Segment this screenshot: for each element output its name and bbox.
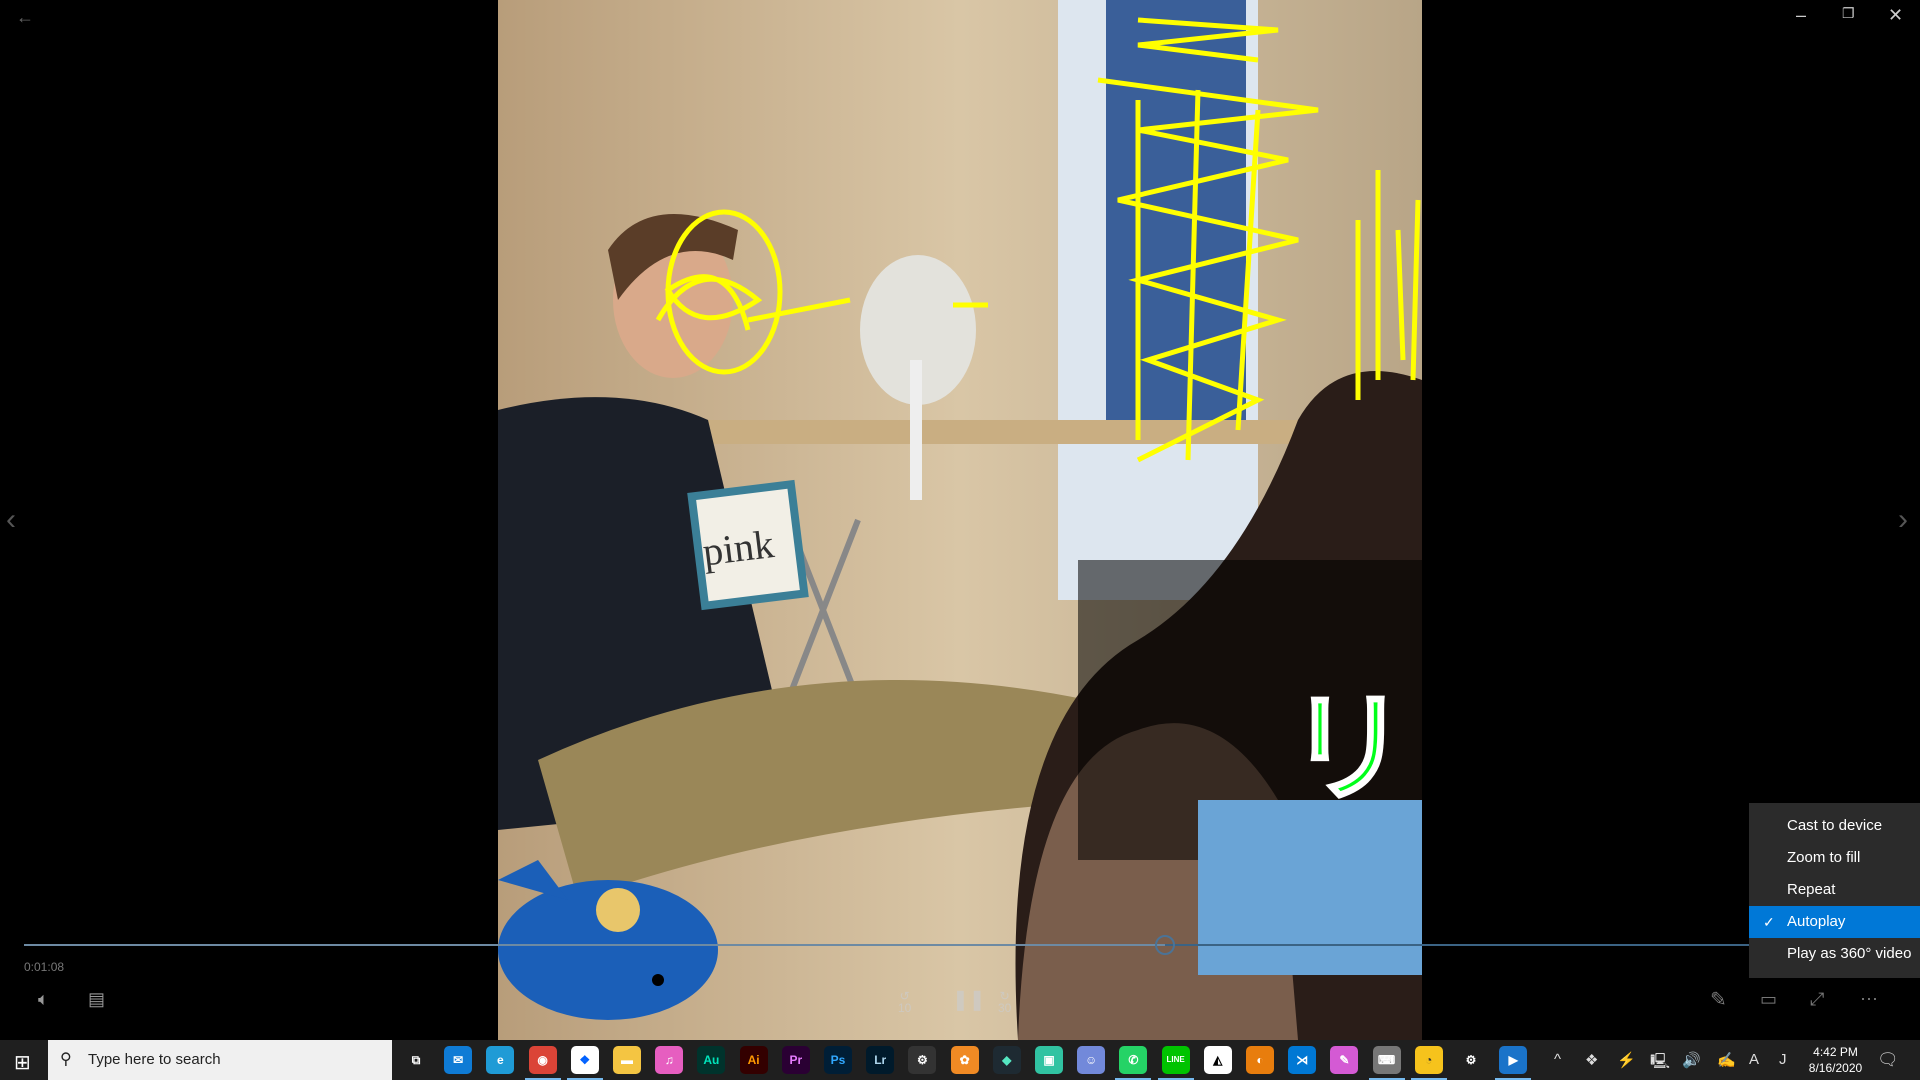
menu-item-label: Play as 360° video bbox=[1787, 945, 1912, 962]
taskbar-edge-icon[interactable]: e bbox=[486, 1046, 515, 1074]
search-icon: ⚲ bbox=[60, 1051, 72, 1068]
menu-item-cast-to-device[interactable]: Cast to device bbox=[1749, 810, 1920, 842]
tray-network-icon[interactable]: 🖳 bbox=[1650, 1051, 1670, 1076]
taskbar-itunes-icon[interactable]: ♫ bbox=[655, 1046, 684, 1074]
more-options-menu: Cast to device Zoom to fill Repeat ✓ Autopla… bbox=[1749, 803, 1920, 978]
taskbar-capture-tool-icon[interactable]: ⌨ bbox=[1368, 1046, 1405, 1080]
taskbar-tascam-icon[interactable]: ⚙ bbox=[908, 1046, 937, 1074]
taskbar-line-icon[interactable]: LINE bbox=[1157, 1046, 1194, 1080]
rewind-10-button[interactable]: ↺ 10 bbox=[898, 990, 911, 1014]
search-box[interactable]: ⚲ Type here to search bbox=[48, 1040, 392, 1080]
checkmark-icon: ✓ bbox=[1763, 914, 1775, 930]
taskbar-lightroom-icon[interactable]: Lr bbox=[866, 1046, 895, 1074]
notifications-icon[interactable]: 🗨︎ bbox=[1877, 1050, 1899, 1070]
taskbar-photoshop-icon[interactable]: Ps bbox=[824, 1046, 852, 1074]
minimize-button[interactable]: – bbox=[1796, 6, 1806, 24]
tray-ime-icon[interactable]: A bbox=[1749, 1051, 1759, 1068]
close-button[interactable]: ✕ bbox=[1888, 6, 1903, 24]
clock-time: 4:42 PM bbox=[1813, 1045, 1858, 1059]
taskbar-mail-icon[interactable]: ✉ bbox=[444, 1046, 473, 1074]
taskbar-file-explorer-icon[interactable]: ▬ bbox=[613, 1046, 641, 1074]
menu-item-label: Repeat bbox=[1787, 881, 1836, 898]
seek-bar[interactable] bbox=[24, 935, 1895, 955]
card-text: pink bbox=[700, 521, 776, 574]
taskbar-task-view-icon[interactable]: ⧉ bbox=[402, 1046, 430, 1074]
taskbar-whatsapp-icon[interactable]: ✆ bbox=[1115, 1046, 1152, 1080]
menu-item-label: Zoom to fill bbox=[1787, 849, 1861, 866]
fullscreen-icon[interactable]: ⤢ bbox=[1810, 990, 1824, 1008]
restore-button[interactable]: ❐ bbox=[1842, 6, 1855, 20]
taskbar-illustrator-icon[interactable]: Ai bbox=[739, 1046, 768, 1074]
tray-show-hidden-icon[interactable]: ^ bbox=[1554, 1051, 1561, 1068]
tray-pen-icon[interactable]: ✍ bbox=[1717, 1051, 1736, 1069]
next-chevron-icon[interactable]: › bbox=[1898, 505, 1908, 535]
back-arrow-icon[interactable]: ← bbox=[16, 8, 34, 26]
tray-ime-mode-icon[interactable]: J bbox=[1779, 1051, 1787, 1068]
more-options-button[interactable]: ⋯ bbox=[1860, 990, 1878, 1008]
clock-date: 8/16/2020 bbox=[1808, 1061, 1863, 1075]
rewind-label: 10 bbox=[898, 1001, 912, 1015]
taskbar-vscode-icon[interactable]: ⋊ bbox=[1288, 1046, 1317, 1074]
elapsed-time: 0:01:08 bbox=[24, 960, 65, 974]
volume-icon[interactable]: 🔈︎ bbox=[38, 990, 49, 1008]
taskbar-unity-icon[interactable]: ◭ bbox=[1203, 1046, 1232, 1074]
taskbar-discord-icon[interactable]: ☺ bbox=[1077, 1046, 1106, 1074]
pencil-icon[interactable]: ✎ bbox=[1710, 990, 1727, 1010]
tray-volume-icon[interactable]: 🔊 bbox=[1682, 1051, 1701, 1069]
mini-view-icon[interactable]: ▭ bbox=[1760, 990, 1777, 1008]
forward-label: 30 bbox=[998, 1001, 1012, 1015]
seek-bar-fill bbox=[24, 944, 1166, 946]
taskbar-lino-icon[interactable]: ◔ bbox=[1410, 1046, 1447, 1080]
tray-dropbox-icon[interactable]: ❖ bbox=[1585, 1051, 1598, 1069]
search-placeholder: Type here to search bbox=[88, 1051, 221, 1068]
taskbar: ⊞ ⚲ Type here to search ⧉ ✉ e ◉ ❖ ▬ ♫ Au Ai Pr Ps L… bbox=[0, 1040, 1920, 1080]
menu-item-label: Autoplay bbox=[1787, 913, 1846, 930]
windows-start-button[interactable]: ⊞ bbox=[14, 1050, 31, 1075]
taskbar-fl-studio-icon[interactable]: ✿ bbox=[950, 1046, 979, 1074]
overlay-character: リ bbox=[1288, 680, 1408, 819]
menu-item-repeat[interactable]: Repeat bbox=[1749, 874, 1920, 906]
taskbar-krita-icon[interactable]: ✎ bbox=[1330, 1046, 1359, 1074]
menu-item-zoom-to-fill[interactable]: Zoom to fill bbox=[1749, 842, 1920, 874]
taskbar-chrome-icon[interactable]: ◉ bbox=[524, 1046, 561, 1080]
taskbar-blender-icon[interactable]: ◐ bbox=[1246, 1046, 1274, 1074]
taskbar-settings-icon[interactable]: ⚙ bbox=[1457, 1046, 1485, 1074]
taskbar-audition-icon[interactable]: Au bbox=[697, 1046, 726, 1074]
taskbar-streamlabs-icon[interactable]: ▣ bbox=[1035, 1046, 1063, 1074]
taskbar-dropbox-icon[interactable]: ❖ bbox=[566, 1046, 603, 1080]
taskbar-premiere-icon[interactable]: Pr bbox=[781, 1046, 810, 1074]
taskbar-filmora-icon[interactable]: ◆ bbox=[992, 1046, 1021, 1074]
pause-button[interactable]: ❚❚ bbox=[952, 990, 986, 1010]
menu-item-play-as-360-video[interactable]: Play as 360° video bbox=[1749, 938, 1920, 970]
tray-battery-icon[interactable]: ⚡ bbox=[1617, 1051, 1636, 1069]
forward-30-button[interactable]: ↻ 30 bbox=[998, 990, 1011, 1014]
captions-icon[interactable]: ▤ bbox=[88, 990, 105, 1008]
taskbar-movies-tv-icon[interactable]: ▶ bbox=[1495, 1046, 1532, 1080]
video-frame[interactable]: pink リ bbox=[498, 0, 1422, 1040]
video-image: pink リ bbox=[498, 0, 1422, 1040]
menu-item-autoplay[interactable]: ✓ Autoplay bbox=[1749, 906, 1920, 938]
menu-item-label: Cast to device bbox=[1787, 817, 1883, 834]
clock[interactable]: 4:42 PM 8/16/2020 bbox=[1808, 1044, 1863, 1076]
previous-chevron-icon[interactable]: ‹ bbox=[6, 505, 16, 535]
